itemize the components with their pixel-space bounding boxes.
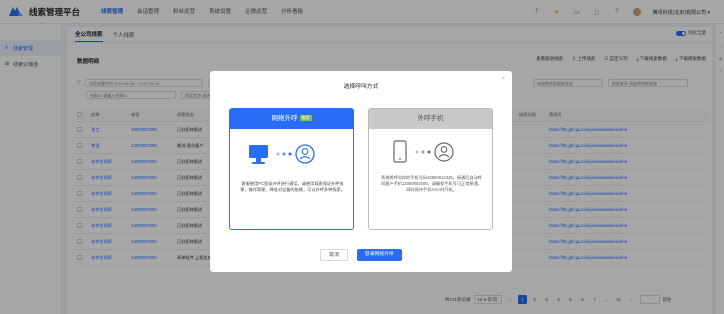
mobile-call-description: 系统将呼叫你的手机号码18600012345，接通后自动呼叫客户手机130000…	[381, 175, 482, 193]
mobile-call-header: 外呼手机	[369, 109, 492, 129]
dialog-actions: 取消 登录网络外呼	[210, 249, 512, 261]
close-icon[interactable]: ×	[501, 76, 505, 82]
mobile-call-option[interactable]: 外呼手机 系统将呼叫你的手机号码18600012345，接通后自动呼叫客户手机1…	[368, 108, 493, 230]
call-method-dialog: 选择呼叫方式 × 网络外呼 推荐 客服使用PC登录外呼进行通话，请使用耳麦保证外…	[210, 71, 512, 272]
phone-icon	[393, 140, 407, 163]
mobile-call-title: 外呼手机	[417, 115, 444, 122]
dialog-title: 选择呼叫方式	[343, 84, 379, 90]
confirm-network-call-button[interactable]: 登录网络外呼	[356, 249, 402, 261]
computer-icon	[249, 145, 268, 164]
network-call-title: 网络外呼	[271, 115, 298, 122]
cancel-button[interactable]: 取消	[320, 249, 348, 261]
user-icon	[295, 144, 315, 164]
network-call-description: 客服使用PC登录外呼进行通话，请使用耳麦保证外呼效果，操作简便，降低对设备的依赖…	[240, 181, 345, 193]
network-call-header: 网络外呼 推荐	[230, 109, 353, 129]
user-icon	[434, 142, 454, 162]
phone-call-illustration	[369, 139, 492, 175]
recommend-badge: 推荐	[299, 115, 312, 121]
network-call-option[interactable]: 网络外呼 推荐 客服使用PC登录外呼进行通话，请使用耳麦保证外呼效果，操作简便，…	[229, 108, 354, 230]
computer-call-illustration	[230, 139, 353, 175]
